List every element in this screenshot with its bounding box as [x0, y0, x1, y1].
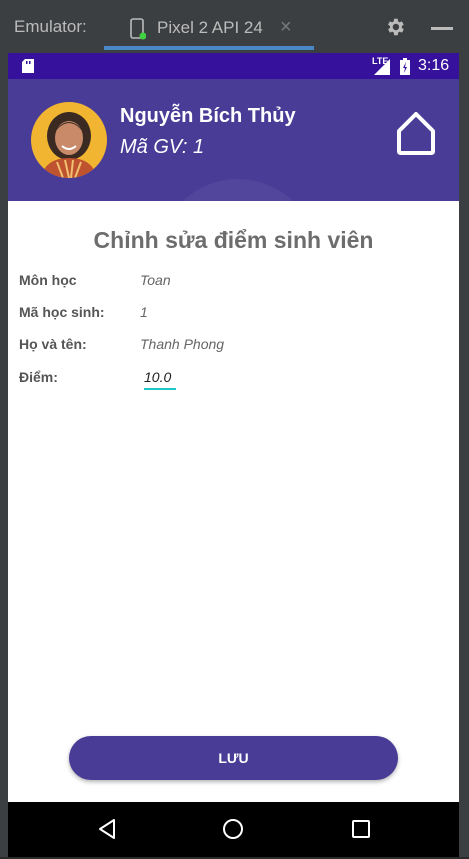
status-time: 3:16	[418, 57, 450, 74]
sd-card-icon	[22, 59, 34, 73]
recent-apps-icon[interactable]	[351, 819, 371, 839]
score-input[interactable]	[144, 366, 176, 390]
emulator-tab-label: Pixel 2 API 24	[157, 18, 263, 37]
home-circle-icon[interactable]	[222, 818, 244, 840]
emulator-title: Emulator:	[14, 17, 87, 36]
teacher-name: Nguyễn Bích Thủy	[120, 105, 296, 127]
save-button[interactable]: LƯU	[69, 736, 398, 780]
home-icon[interactable]	[391, 107, 441, 157]
score-label: Điểm:	[19, 369, 58, 385]
subject-value: Toan	[140, 272, 171, 288]
tab-active-indicator	[104, 46, 314, 50]
full-name-value: Thanh Phong	[140, 336, 225, 352]
avatar	[31, 102, 107, 178]
back-icon[interactable]	[97, 818, 117, 840]
navigation-bar	[8, 802, 459, 857]
close-icon[interactable]: ×	[280, 16, 292, 39]
student-id-label: Mã học sinh:	[19, 304, 105, 320]
subject-label: Môn học	[19, 272, 77, 288]
student-id-value: 1	[140, 304, 148, 320]
teacher-code: Mã GV: 1	[120, 136, 205, 158]
signal-icon	[374, 59, 390, 75]
emulator-toolbar: Emulator: Pixel 2 API 24 ×	[0, 0, 469, 52]
page-title: Chỉnh sửa điểm sinh viên	[93, 227, 374, 253]
gear-icon[interactable]	[384, 16, 406, 38]
full-name-label: Họ và tên:	[19, 336, 87, 352]
header-decoration	[158, 179, 318, 201]
emulator-device-tab[interactable]: Pixel 2 API 24 ×	[104, 4, 314, 50]
status-bar: LTE 3:16	[8, 53, 459, 79]
minimize-icon[interactable]	[431, 27, 453, 30]
battery-icon	[400, 58, 410, 75]
app-header: Nguyễn Bích Thủy Mã GV: 1	[8, 79, 459, 201]
phone-icon	[130, 18, 146, 40]
device-screen: LTE 3:16 Nguyễn Bích Thủy Mã GV: 1 Chỉnh…	[8, 53, 459, 857]
